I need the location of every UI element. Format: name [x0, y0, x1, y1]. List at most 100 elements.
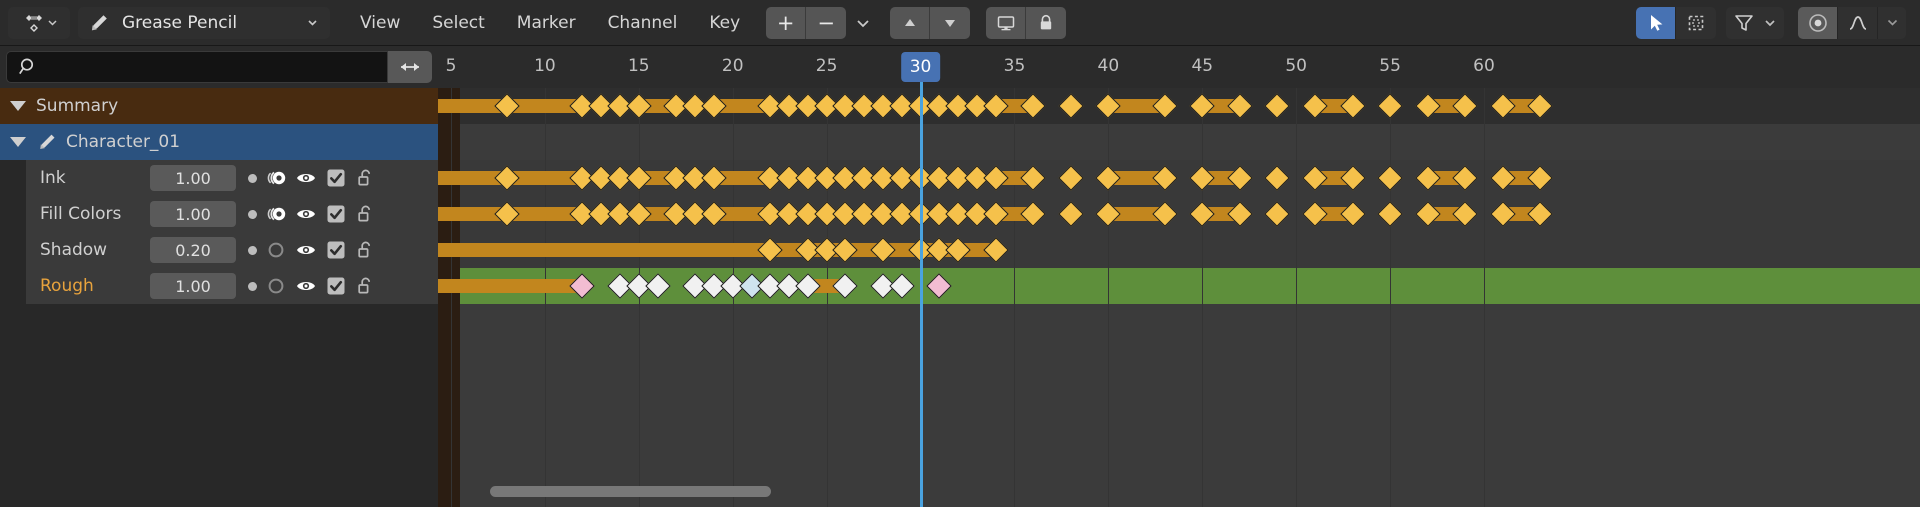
display-lock-group	[986, 7, 1066, 39]
dot-icon[interactable]	[248, 210, 257, 219]
keyframe-empty-area	[438, 304, 1920, 507]
gridline-35	[1014, 88, 1015, 507]
horizontal-scrollbar[interactable]	[490, 486, 772, 497]
add-keyframe-button[interactable]: +	[766, 7, 806, 39]
expand-channels-button[interactable]	[388, 51, 432, 83]
channel-label: Rough	[26, 276, 150, 296]
menu-channel[interactable]: Channel	[592, 7, 694, 39]
remove-keyframe-button[interactable]: −	[806, 7, 846, 39]
eye-visible-icon[interactable]	[295, 239, 317, 261]
grease-pencil-icon	[36, 131, 58, 153]
menu-marker[interactable]: Marker	[501, 7, 592, 39]
channel-row-fill-colors[interactable]: Fill Colors1.00	[0, 196, 438, 232]
playhead[interactable]	[920, 88, 923, 507]
menu-select[interactable]: Select	[416, 7, 500, 39]
dot-icon[interactable]	[248, 246, 257, 255]
lock-to-scene-button[interactable]	[1026, 7, 1066, 39]
unlock-icon[interactable]	[355, 275, 377, 297]
triangle-down-icon[interactable]	[10, 137, 26, 147]
move-channel-group	[890, 7, 970, 39]
triangle-down-icon[interactable]	[10, 101, 26, 111]
channel-opacity-value[interactable]: 1.00	[150, 273, 236, 299]
ruler-tick-10: 10	[534, 56, 556, 76]
channel-toggles	[248, 203, 377, 225]
channel-indent	[0, 268, 26, 304]
channel-label: Character_01	[66, 132, 180, 152]
triangle-up-icon	[901, 14, 919, 32]
channel-label: Summary	[36, 96, 118, 116]
filter-menu[interactable]	[1726, 7, 1784, 39]
checkbox-icon[interactable]	[325, 275, 347, 297]
editor-type-selector[interactable]	[8, 7, 70, 39]
ruler-tick-55: 55	[1379, 56, 1401, 76]
proportional-edit-group	[1798, 7, 1906, 39]
eye-visible-icon[interactable]	[295, 167, 317, 189]
proportional-editing-button[interactable]	[1798, 7, 1838, 39]
gridline-5	[451, 88, 452, 507]
menu-view[interactable]: View	[344, 7, 416, 39]
channel-list: Summary Character_01 Ink1.00Fill Colors1.0…	[0, 88, 438, 507]
channel-row-character-01[interactable]: Character_01	[0, 124, 438, 160]
ruler-tick-40: 40	[1098, 56, 1120, 76]
chevron-down-icon	[305, 15, 320, 30]
proportional-falloff-button[interactable]	[1838, 7, 1878, 39]
gridline-50	[1296, 88, 1297, 507]
keyframe-hold-bar[interactable]	[438, 279, 582, 293]
keyframe-options-caret[interactable]	[846, 7, 880, 39]
triangle-down-icon	[941, 14, 959, 32]
current-frame-indicator[interactable]: 30	[901, 52, 941, 82]
channel-row-shadow[interactable]: Shadow0.20	[0, 232, 438, 268]
onion-skin-icon[interactable]	[265, 203, 287, 225]
onion-skin-icon[interactable]	[265, 275, 287, 297]
unlock-icon[interactable]	[355, 239, 377, 261]
chevron-down-icon	[1885, 15, 1900, 30]
unlock-icon[interactable]	[355, 203, 377, 225]
horizontal-resize-arrows-icon	[397, 57, 423, 77]
keyframe-area[interactable]	[438, 88, 1920, 507]
channel-opacity-value[interactable]: 1.00	[150, 201, 236, 227]
channel-toggles	[248, 167, 377, 189]
menu-key[interactable]: Key	[693, 7, 756, 39]
mode-selector[interactable]: Grease Pencil	[78, 7, 330, 39]
chevron-down-icon	[46, 16, 59, 29]
checkbox-icon[interactable]	[325, 239, 347, 261]
onion-skin-icon[interactable]	[265, 167, 287, 189]
proportional-falloff-caret[interactable]	[1878, 7, 1906, 39]
channel-row-ink[interactable]: Ink1.00	[0, 160, 438, 196]
keyframe-hold-bar[interactable]	[438, 243, 770, 257]
channel-row-summary[interactable]: Summary	[0, 88, 438, 124]
gridline-45	[1202, 88, 1203, 507]
dot-icon[interactable]	[248, 174, 257, 183]
box-select-button[interactable]	[1676, 7, 1716, 39]
channel-toggles	[248, 239, 377, 261]
unlock-icon[interactable]	[355, 167, 377, 189]
channel-search-row	[0, 46, 438, 88]
chevron-down-icon	[1762, 15, 1778, 31]
gridline-25	[827, 88, 828, 507]
out-of-range-shading	[438, 88, 460, 507]
ruler-tick-20: 20	[722, 56, 744, 76]
box-select-icon	[1685, 12, 1707, 34]
eye-visible-icon[interactable]	[295, 275, 317, 297]
display-icon	[995, 12, 1017, 34]
channel-opacity-value[interactable]: 1.00	[150, 165, 236, 191]
dope-sheet-editor: Grease Pencil View Select Marker Channel…	[0, 0, 1920, 507]
dot-icon[interactable]	[248, 282, 257, 291]
search-input[interactable]	[6, 51, 388, 83]
gridline-60	[1484, 88, 1485, 507]
checkbox-icon[interactable]	[325, 167, 347, 189]
channel-row-rough[interactable]: Rough1.00	[0, 268, 438, 304]
move-down-button[interactable]	[930, 7, 970, 39]
timeline-ruler[interactable]: 51015202535404550556030	[438, 46, 1920, 88]
ruler-tick-5: 5	[446, 56, 457, 76]
tweak-select-button[interactable]	[1636, 7, 1676, 39]
dopesheet-editor-icon	[20, 11, 44, 35]
channel-opacity-value[interactable]: 0.20	[150, 237, 236, 263]
only-show-selected-button[interactable]	[986, 7, 1026, 39]
onion-skin-icon[interactable]	[265, 239, 287, 261]
move-up-button[interactable]	[890, 7, 930, 39]
smooth-falloff-curve-icon	[1846, 11, 1870, 35]
eye-visible-icon[interactable]	[295, 203, 317, 225]
checkbox-icon[interactable]	[325, 203, 347, 225]
chevron-down-icon	[854, 14, 872, 32]
